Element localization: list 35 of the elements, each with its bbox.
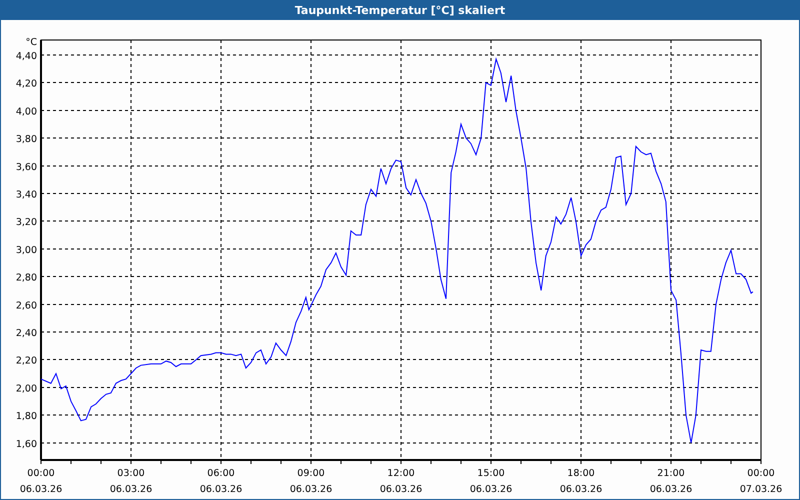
x-tick-label: 21:00 xyxy=(657,468,685,479)
y-tick-label: 4,20 xyxy=(16,78,37,90)
date-label: 06.03.26 xyxy=(380,484,422,495)
date-label: 07.03.26 xyxy=(740,484,782,495)
y-tick-label: 3,80 xyxy=(16,134,37,146)
y-tick-label: 2,00 xyxy=(16,383,37,394)
y-tick-label: 3,20 xyxy=(16,217,37,228)
date-label: 06.03.26 xyxy=(200,484,242,495)
y-tick-label: 3,00 xyxy=(16,244,37,256)
x-tick-label: 00:00 xyxy=(747,468,775,479)
date-label: 06.03.26 xyxy=(650,484,692,495)
y-tick-label: 2,60 xyxy=(16,300,37,312)
date-label: 06.03.26 xyxy=(470,484,512,495)
x-tick-label: 18:00 xyxy=(567,468,595,479)
date-label: 06.03.26 xyxy=(560,484,602,495)
x-tick-label: 03:00 xyxy=(117,468,145,479)
y-tick-label: 4,40 xyxy=(16,50,37,62)
y-tick-label: 2,20 xyxy=(16,356,37,367)
y-tick-label: 4,00 xyxy=(16,106,37,118)
y-tick-label: 2,40 xyxy=(16,328,37,339)
x-tick-label: 15:00 xyxy=(477,468,505,479)
date-label: 06.03.26 xyxy=(290,484,332,495)
y-tick-label: 1,60 xyxy=(16,438,37,450)
y-tick-label: 3,60 xyxy=(16,162,37,173)
x-tick-label: 09:00 xyxy=(297,468,325,479)
date-label: 06.03.26 xyxy=(20,484,62,495)
y-tick-label: 3,40 xyxy=(16,189,37,200)
date-label: 06.03.26 xyxy=(110,484,152,495)
x-tick-label: 12:00 xyxy=(387,468,415,479)
x-tick-label: 06:00 xyxy=(207,468,235,479)
y-tick-label: 1,80 xyxy=(16,411,37,422)
y-tick-label: 2,80 xyxy=(16,272,37,284)
axis-title: °C xyxy=(26,37,37,48)
window-title: Taupunkt-Temperatur [°C] skaliert xyxy=(294,4,506,16)
x-tick-label: 00:00 xyxy=(27,468,55,479)
